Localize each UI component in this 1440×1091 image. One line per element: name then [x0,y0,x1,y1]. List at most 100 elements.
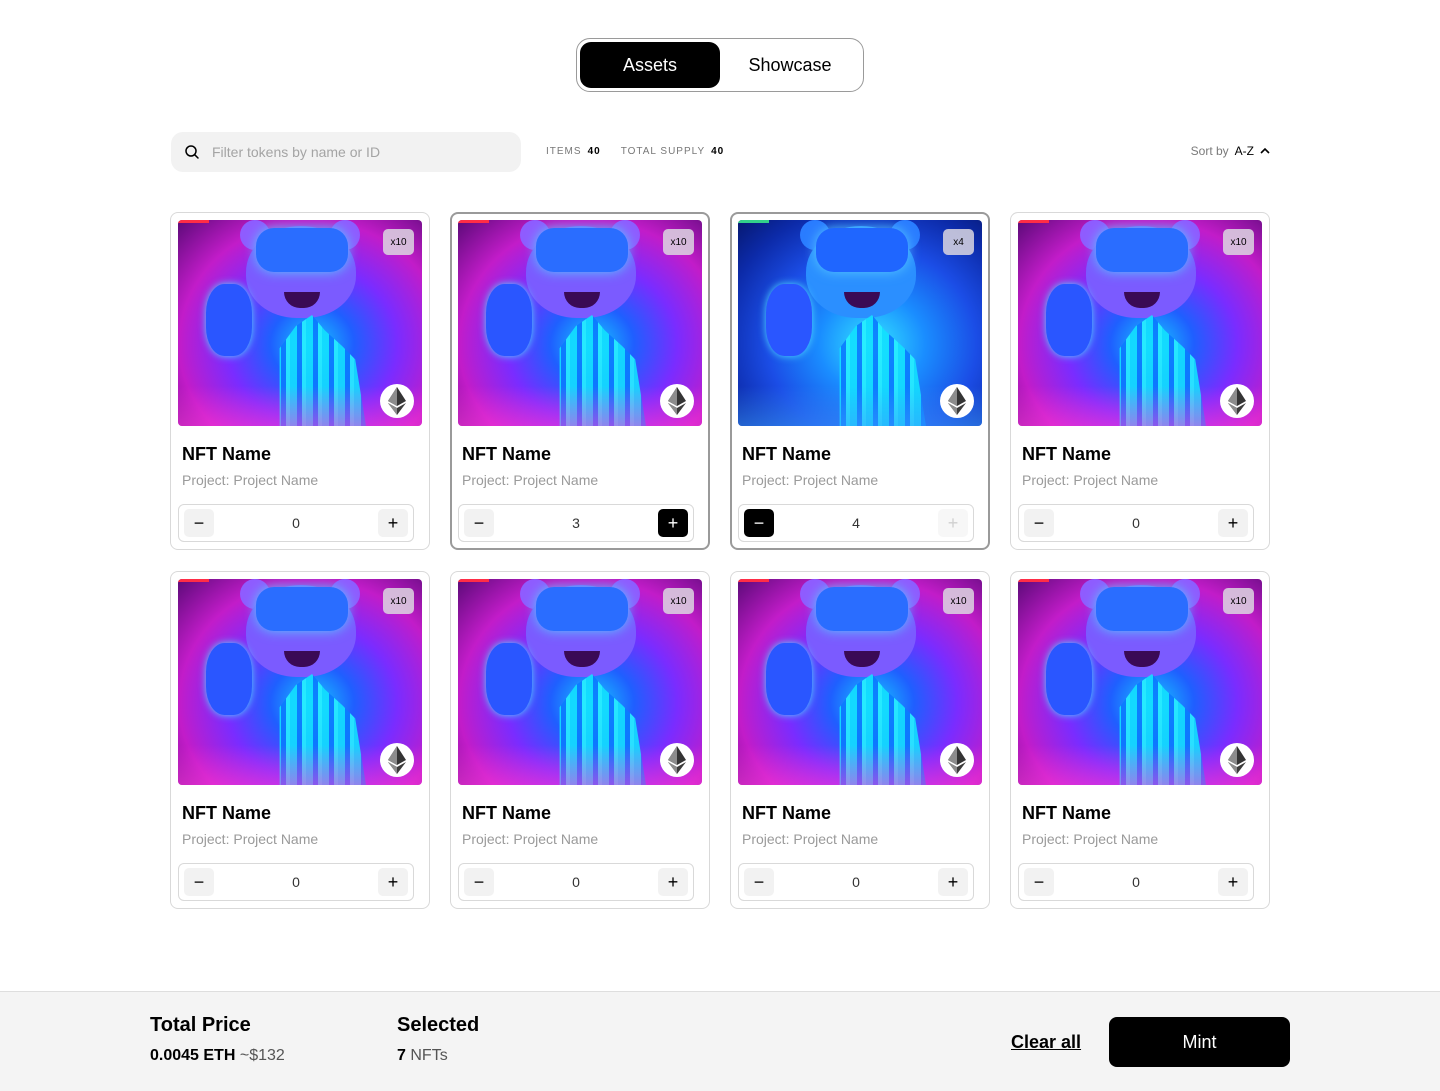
supply-label: TOTAL SUPPLY [620,146,706,157]
items-label: ITEMS [546,146,582,157]
quantity-stepper: − 0 + [1018,863,1254,901]
chain-badge [940,384,974,418]
minus-icon[interactable]: − [1024,868,1054,896]
nft-name: NFT Name [1022,444,1112,464]
search-box [171,132,521,172]
minus-icon[interactable]: − [184,868,214,896]
ethereum-icon [948,387,966,415]
ethereum-icon [1228,746,1246,774]
items-value: 40 [587,146,601,157]
chain-badge [1220,384,1254,418]
search-input[interactable] [212,144,502,160]
supply-badge: x10 [663,588,694,614]
nft-project: Project: Project Name [742,472,879,488]
quantity-value: 3 [572,515,580,531]
chain-badge [660,384,694,418]
plus-icon[interactable]: + [937,868,968,896]
minus-icon[interactable]: − [464,509,494,537]
nft-card[interactable]: x10 NFT Name Project: Project Name − 0 + [1010,212,1270,550]
selected-count: 7 [397,1047,406,1064]
minus-icon[interactable]: − [464,868,494,896]
quantity-stepper: − 0 + [1018,504,1254,542]
supply-badge: x10 [383,229,414,255]
selected-summary: Selected 7 NFTs [397,1014,479,1065]
selected-value: 7 NFTs [397,1047,479,1065]
quantity-value: 4 [852,515,860,531]
total-price: Total Price 0.0045 ETH ~$132 [150,1014,285,1065]
quantity-stepper: − 0 + [178,863,414,901]
nft-project: Project: Project Name [1022,472,1159,488]
nft-image: x10 [458,220,702,426]
minus-icon[interactable]: − [744,509,774,537]
ethereum-icon [388,387,406,415]
plus-icon[interactable]: + [1217,868,1248,896]
nft-image: x10 [1018,220,1262,426]
ethereum-icon [948,746,966,774]
tab-showcase[interactable]: Showcase [720,42,860,88]
selected-title: Selected [397,1014,480,1036]
ethereum-icon [668,746,686,774]
nft-grid: x10 NFT Name Project: Project Name − 0 + x10 NF… [170,212,1270,909]
nft-name: NFT Name [742,803,832,823]
quantity-stepper: − 0 + [738,863,974,901]
ethereum-icon [388,746,406,774]
total-eth: 0.0045 ETH [150,1047,236,1064]
selected-unit: NFTs [410,1047,448,1064]
plus-icon[interactable]: + [377,509,408,537]
mint-button[interactable]: Mint [1109,1017,1290,1067]
quantity-value: 0 [852,874,860,890]
quantity-value: 0 [292,874,300,890]
supply-badge: x4 [943,229,974,255]
quantity-value: 0 [292,515,300,531]
nft-project: Project: Project Name [1022,831,1159,847]
plus-icon[interactable]: + [377,868,408,896]
nft-name: NFT Name [1022,803,1112,823]
nft-project: Project: Project Name [462,472,599,488]
minus-icon[interactable]: − [1024,509,1054,537]
sort-label: Sort by [1190,144,1229,158]
view-tabs: Assets Showcase [576,38,864,92]
nft-name: NFT Name [182,444,272,464]
nft-name: NFT Name [462,444,552,464]
chain-badge [1220,743,1254,777]
sort-control[interactable]: Sort by A-Z [1191,144,1270,158]
search-icon [185,145,199,159]
chain-badge [380,384,414,418]
nft-project: Project: Project Name [182,472,319,488]
plus-icon[interactable]: + [657,509,688,537]
nft-card[interactable]: x10 NFT Name Project: Project Name − 0 + [170,571,430,909]
plus-icon[interactable]: + [1217,509,1248,537]
nft-card[interactable]: x10 NFT Name Project: Project Name − 0 + [450,571,710,909]
plus-icon[interactable]: + [657,868,688,896]
nft-card[interactable]: x10 NFT Name Project: Project Name − 0 + [170,212,430,550]
total-price-title: Total Price [150,1014,251,1036]
nft-image: x10 [1018,579,1262,785]
minus-icon[interactable]: − [184,509,214,537]
supply-badge: x10 [663,229,694,255]
nft-name: NFT Name [462,803,552,823]
quantity-stepper: − 0 + [178,504,414,542]
supply-badge: x10 [383,588,414,614]
quantity-stepper: − 0 + [458,863,694,901]
nft-image: x10 [738,579,982,785]
nft-image: x10 [178,579,422,785]
nft-name: NFT Name [742,444,832,464]
clear-all-link[interactable]: Clear all [1011,1032,1081,1053]
supply-badge: x10 [1223,588,1254,614]
nft-card[interactable]: x10 NFT Name Project: Project Name − 0 + [730,571,990,909]
nft-card[interactable]: x10 NFT Name Project: Project Name − 3 + [450,212,710,550]
nft-project: Project: Project Name [742,831,879,847]
nft-card[interactable]: x10 NFT Name Project: Project Name − 0 + [1010,571,1270,909]
nft-image: x4 [738,220,982,426]
nft-image: x10 [458,579,702,785]
nft-card[interactable]: x4 NFT Name Project: Project Name − 4 + [730,212,990,550]
plus-icon[interactable]: + [937,509,968,537]
total-usd: ~$132 [239,1047,285,1064]
total-price-value: 0.0045 ETH ~$132 [150,1047,285,1065]
minus-icon[interactable]: − [744,868,774,896]
tab-assets[interactable]: Assets [580,42,720,88]
sort-value: A-Z [1234,144,1254,158]
supply-badge: x10 [1223,229,1254,255]
items-stat: ITEMS 40 [546,146,601,157]
chain-badge [940,743,974,777]
